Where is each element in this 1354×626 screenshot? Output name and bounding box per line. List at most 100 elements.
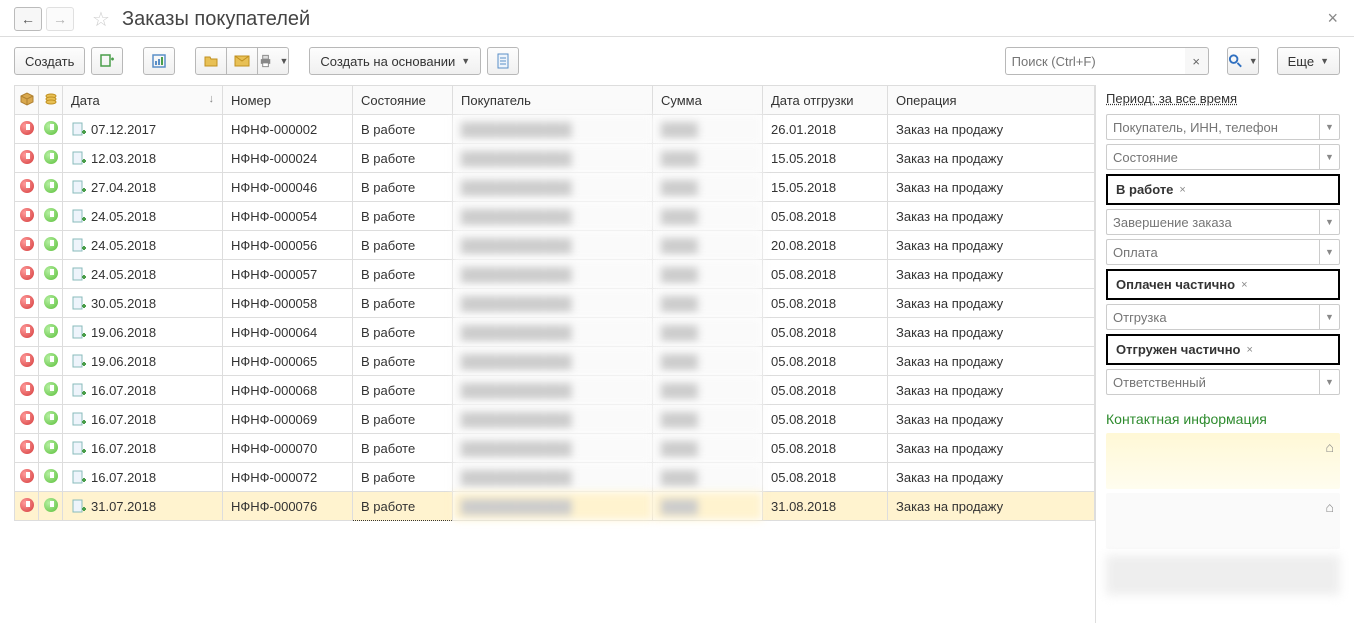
create-based-on-button[interactable]: Создать на основании ▼ xyxy=(309,47,481,75)
table-row[interactable]: 24.05.2018 НФНФ-000056 В работе ████████… xyxy=(15,231,1095,260)
completion-filter-input[interactable] xyxy=(1106,209,1340,235)
document-row-icon xyxy=(71,382,87,398)
number-cell: НФНФ-000058 xyxy=(223,289,353,318)
attach-button[interactable] xyxy=(195,47,227,75)
buyer-filter-input[interactable] xyxy=(1106,114,1340,140)
table-row[interactable]: 31.07.2018 НФНФ-000076 В работе ████████… xyxy=(15,492,1095,521)
report-button[interactable] xyxy=(143,47,175,75)
operation-cell: Заказ на продажу xyxy=(888,376,1095,405)
col-header-status1[interactable] xyxy=(15,86,39,115)
col-header-operation[interactable]: Операция xyxy=(888,86,1095,115)
shipment-filter-tag[interactable]: Отгружен частично × xyxy=(1106,334,1340,365)
date-cell: 24.05.2018 xyxy=(63,202,223,231)
table-row[interactable]: 30.05.2018 НФНФ-000058 В работе ████████… xyxy=(15,289,1095,318)
more-button[interactable]: Еще ▼ xyxy=(1277,47,1340,75)
table-row[interactable]: 24.05.2018 НФНФ-000057 В работе ████████… xyxy=(15,260,1095,289)
date-cell: 16.07.2018 xyxy=(63,376,223,405)
email-button[interactable] xyxy=(226,47,258,75)
status-indicator-cell xyxy=(15,492,39,521)
document-row-icon xyxy=(71,411,87,427)
state-cell: В работе xyxy=(353,289,453,318)
document-row-icon xyxy=(71,498,87,514)
payment-filter-dropdown[interactable]: ▼ xyxy=(1319,240,1339,264)
state-filter-input[interactable] xyxy=(1106,144,1340,170)
responsible-filter-input[interactable] xyxy=(1106,369,1340,395)
search-input[interactable] xyxy=(1005,47,1185,75)
print-button[interactable]: ▼ xyxy=(257,47,289,75)
col-header-state[interactable]: Состояние xyxy=(353,86,453,115)
state-tag-label: В работе xyxy=(1116,182,1173,197)
buyer-cell: ████████████ xyxy=(453,492,653,521)
buyer-filter-dropdown[interactable]: ▼ xyxy=(1319,115,1339,139)
close-icon[interactable]: × xyxy=(1327,8,1338,29)
operation-cell: Заказ на продажу xyxy=(888,405,1095,434)
status-indicator-cell xyxy=(15,347,39,376)
create-button[interactable]: Создать xyxy=(14,47,85,75)
favorite-star-icon[interactable]: ☆ xyxy=(88,6,114,32)
col-header-status2[interactable] xyxy=(39,86,63,115)
clock-red-icon xyxy=(20,382,34,396)
shipment-filter-input[interactable] xyxy=(1106,304,1340,330)
date-cell: 24.05.2018 xyxy=(63,260,223,289)
document-icon xyxy=(495,53,511,69)
table-row[interactable]: 16.07.2018 НФНФ-000068 В работе ████████… xyxy=(15,376,1095,405)
table-row[interactable]: 19.06.2018 НФНФ-000065 В работе ████████… xyxy=(15,347,1095,376)
table-row[interactable]: 16.07.2018 НФНФ-000069 В работе ████████… xyxy=(15,405,1095,434)
orders-table[interactable]: Дата ↓ Номер Состояние Покупатель Сумма … xyxy=(14,85,1095,521)
table-row[interactable]: 16.07.2018 НФНФ-000070 В работе ████████… xyxy=(15,434,1095,463)
number-cell: НФНФ-000054 xyxy=(223,202,353,231)
col-header-date[interactable]: Дата ↓ xyxy=(63,86,223,115)
contact-card-secondary[interactable]: ⌂ xyxy=(1106,493,1340,549)
table-row[interactable]: 16.07.2018 НФНФ-000072 В работе ████████… xyxy=(15,463,1095,492)
number-cell: НФНФ-000076 xyxy=(223,492,353,521)
col-header-buyer[interactable]: Покупатель xyxy=(453,86,653,115)
sum-cell: ████ xyxy=(653,376,763,405)
clock-red-icon xyxy=(20,324,34,338)
completion-filter-dropdown[interactable]: ▼ xyxy=(1319,210,1339,234)
contact-card-primary[interactable]: ⌂ xyxy=(1106,433,1340,489)
shipdate-cell: 05.08.2018 xyxy=(763,463,888,492)
table-row[interactable]: 19.06.2018 НФНФ-000064 В работе ████████… xyxy=(15,318,1095,347)
responsible-filter-dropdown[interactable]: ▼ xyxy=(1319,370,1339,394)
clock-red-icon xyxy=(20,150,34,164)
table-row[interactable]: 12.03.2018 НФНФ-000024 В работе ████████… xyxy=(15,144,1095,173)
document-row-icon xyxy=(71,440,87,456)
create-based-label: Создать на основании xyxy=(320,54,455,69)
state-cell: В работе xyxy=(353,463,453,492)
table-row[interactable]: 07.12.2017 НФНФ-000002 В работе ████████… xyxy=(15,115,1095,144)
buyer-cell: ████████████ xyxy=(453,115,653,144)
state-filter-dropdown[interactable]: ▼ xyxy=(1319,145,1339,169)
status-indicator-cell xyxy=(15,115,39,144)
date-cell: 19.06.2018 xyxy=(63,318,223,347)
operation-cell: Заказ на продажу xyxy=(888,318,1095,347)
col-header-shipdate[interactable]: Дата отгрузки xyxy=(763,86,888,115)
table-row[interactable]: 27.04.2018 НФНФ-000046 В работе ████████… xyxy=(15,173,1095,202)
col-header-number[interactable]: Номер xyxy=(223,86,353,115)
clock-green-icon xyxy=(44,440,58,454)
sum-cell: ████ xyxy=(653,144,763,173)
state-tag-remove-icon[interactable]: × xyxy=(1179,184,1185,196)
payment-filter-input[interactable] xyxy=(1106,239,1340,265)
advanced-search-button[interactable]: ▼ xyxy=(1227,47,1259,75)
status-indicator-cell xyxy=(15,318,39,347)
nav-forward-button[interactable]: → xyxy=(46,7,74,31)
col-header-sum[interactable]: Сумма xyxy=(653,86,763,115)
payment-filter-tag[interactable]: Оплачен частично × xyxy=(1106,269,1340,300)
document-row-icon xyxy=(71,121,87,137)
document-preview-button[interactable] xyxy=(487,47,519,75)
copy-add-button[interactable] xyxy=(91,47,123,75)
payment-indicator-cell xyxy=(39,144,63,173)
payment-indicator-cell xyxy=(39,115,63,144)
payment-tag-remove-icon[interactable]: × xyxy=(1241,279,1247,291)
period-link[interactable]: Период: за все время xyxy=(1106,91,1340,106)
search-clear-button[interactable]: × xyxy=(1185,47,1209,75)
state-filter-tag[interactable]: В работе × xyxy=(1106,174,1340,205)
shipment-tag-remove-icon[interactable]: × xyxy=(1247,344,1253,356)
page-title: Заказы покупателей xyxy=(122,8,310,31)
payment-indicator-cell xyxy=(39,231,63,260)
nav-back-button[interactable]: ← xyxy=(14,7,42,31)
number-cell: НФНФ-000069 xyxy=(223,405,353,434)
table-row[interactable]: 24.05.2018 НФНФ-000054 В работе ████████… xyxy=(15,202,1095,231)
shipment-filter-dropdown[interactable]: ▼ xyxy=(1319,305,1339,329)
payment-indicator-cell xyxy=(39,260,63,289)
